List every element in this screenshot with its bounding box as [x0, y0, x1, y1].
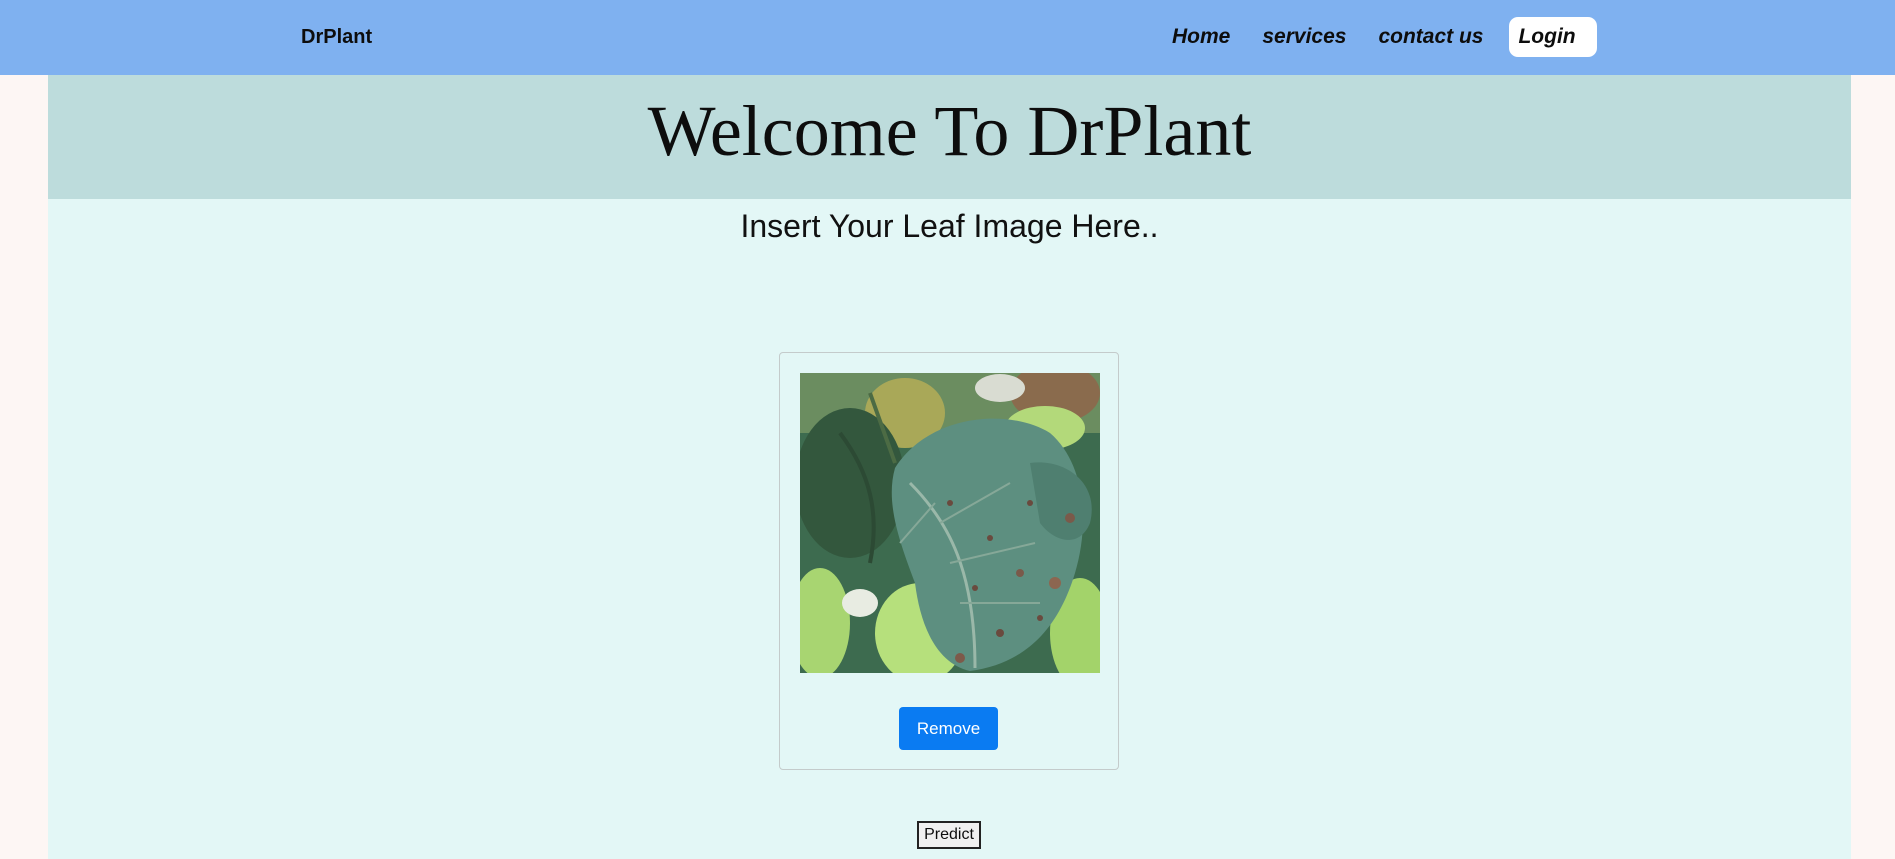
- upload-instruction: Insert Your Leaf Image Here..: [740, 208, 1159, 244]
- login-button[interactable]: Login: [1509, 17, 1598, 57]
- brand-logo-text[interactable]: DrPlant: [301, 26, 372, 49]
- nav-link-home[interactable]: Home: [1172, 25, 1230, 49]
- nav-link-services[interactable]: services: [1262, 25, 1346, 49]
- remove-button[interactable]: Remove: [899, 707, 998, 750]
- leaf-photo-image: [800, 373, 1100, 673]
- hero-banner: Welcome To DrPlant: [48, 75, 1851, 199]
- leaf-image-preview: [800, 373, 1100, 673]
- main-content: Welcome To DrPlant Insert Your Leaf Imag…: [48, 75, 1851, 859]
- page-title: Welcome To DrPlant: [647, 91, 1252, 171]
- top-navbar: DrPlant Home services contact us Login: [0, 0, 1895, 75]
- nav-links: Home services contact us Login: [1172, 17, 1598, 57]
- image-upload-card: Remove: [779, 352, 1119, 770]
- nav-link-contact-us[interactable]: contact us: [1378, 25, 1483, 49]
- predict-button[interactable]: Predict: [917, 821, 981, 849]
